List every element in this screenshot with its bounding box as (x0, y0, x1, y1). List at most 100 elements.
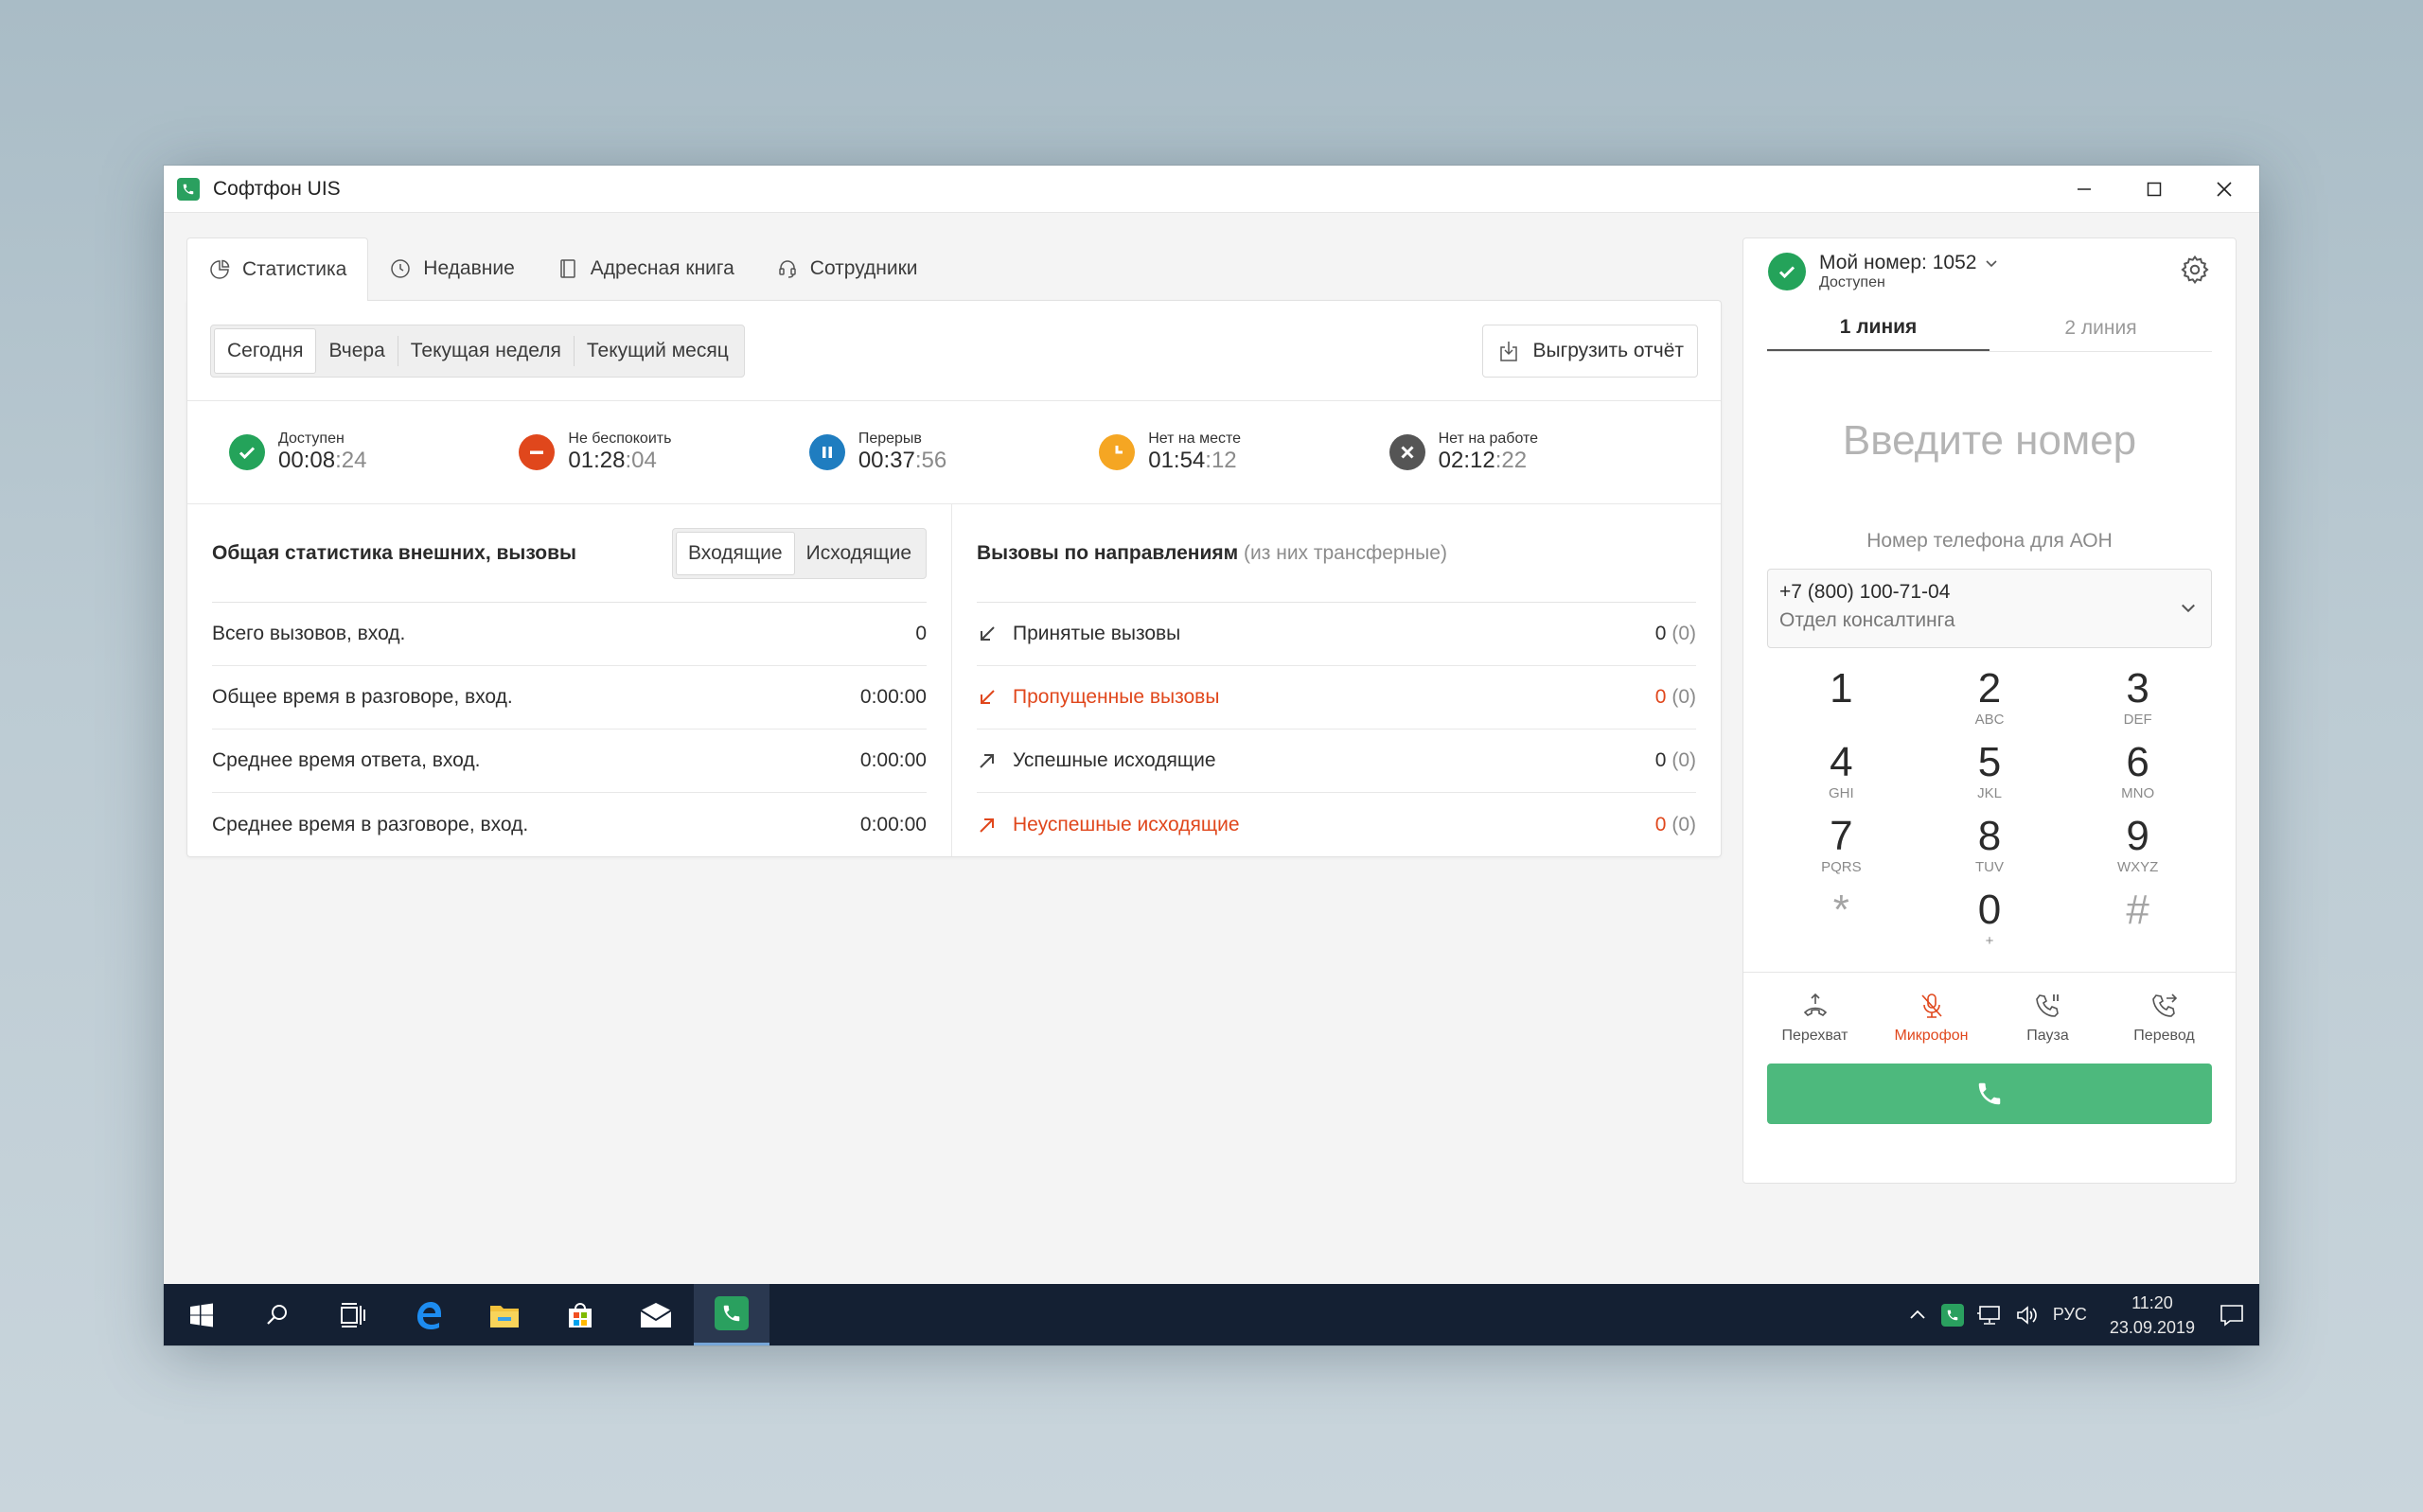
status-time: 00:08:24 (278, 448, 367, 473)
period-week-button[interactable]: Текущая неделя (398, 328, 574, 374)
address-book-icon (560, 259, 575, 278)
status-away: Нет на месте 01:54:12 (1099, 431, 1388, 474)
app-phone-icon (177, 177, 200, 201)
key-3[interactable]: 3 DEF (2063, 665, 2212, 739)
softphone-taskbar-icon[interactable] (694, 1284, 769, 1345)
clock-time: 11:20 (2131, 1292, 2173, 1312)
pause-button[interactable]: Пауза (1990, 973, 2106, 1064)
tab-label: Статистика (242, 258, 347, 280)
key-8[interactable]: 8 TUV (1916, 813, 2064, 887)
network-icon[interactable] (1976, 1304, 2002, 1327)
file-explorer-icon[interactable] (467, 1284, 542, 1345)
windows-start-icon[interactable] (164, 1284, 239, 1345)
notifications-icon[interactable] (2218, 1301, 2246, 1329)
period-row: Сегодня Вчера Текущая неделя Текущий мес… (187, 301, 1721, 401)
call-button[interactable] (1767, 1064, 2212, 1124)
store-icon[interactable] (542, 1284, 618, 1345)
general-stats: Общая статистика внешних, вызовы Входящи… (187, 504, 952, 856)
minimize-button[interactable] (2049, 166, 2119, 213)
direction-stats-subtitle: (из них трансферные) (1244, 541, 1447, 564)
away-clock-icon (1099, 434, 1136, 470)
period-yesterday-button[interactable]: Вчера (316, 328, 397, 374)
settings-gear-icon[interactable] (2179, 254, 2211, 290)
stat-value: 0 (0) (1654, 686, 1696, 708)
key-2[interactable]: 2 ABC (1916, 665, 2064, 739)
caller-id-label: Номер телефона для АОН (1866, 530, 2113, 552)
tab-address-book[interactable]: Адресная книга (536, 237, 755, 300)
pause-call-icon (2035, 994, 2059, 1017)
transfer-button[interactable]: Перевод (2106, 973, 2222, 1064)
taskbar: РУС 11:20 23.09.2019 (164, 1284, 2259, 1345)
table-row: Неуспешные исходящие 0 (0) (977, 793, 1696, 856)
tab-line-2[interactable]: 2 линия (1990, 305, 2212, 351)
status-label: Перерыв (858, 431, 922, 447)
close-button[interactable] (2189, 166, 2259, 213)
dialer-panel: Мой номер: 1052 Доступен 1 линия 2 линия… (1742, 237, 2237, 1184)
stat-label: Пропущенные вызовы (1013, 686, 1220, 708)
title-bar: Софтфон UIS (164, 166, 2259, 213)
my-number-selector[interactable]: Мой номер: 1052 Доступен (1819, 252, 1999, 291)
softphone-tray-icon[interactable] (1940, 1303, 1964, 1327)
chevron-up-icon[interactable] (1907, 1305, 1928, 1326)
key-7[interactable]: 7 PQRS (1767, 813, 1916, 887)
stat-label: Среднее время ответа, вход. (212, 749, 481, 771)
general-stats-header: Общая статистика внешних, вызовы Входящи… (212, 504, 927, 603)
key-9[interactable]: 9 WXYZ (2063, 813, 2212, 887)
chevron-down-icon (2182, 604, 2195, 613)
phone-number-input[interactable]: Введите номер (1743, 352, 2236, 530)
key-4[interactable]: 4 GHI (1767, 739, 1916, 813)
system-tray: РУС 11:20 23.09.2019 (1907, 1284, 2259, 1345)
table-row: Всего вызовов, вход. 0 (212, 603, 927, 666)
stat-label: Неуспешные исходящие (1013, 813, 1240, 835)
status-label: Не беспокоить (568, 431, 672, 447)
outgoing-arrow-icon (977, 750, 999, 771)
language-indicator[interactable]: РУС (2053, 1305, 2087, 1325)
phone-icon (1978, 1082, 2001, 1105)
microphone-muted-icon (1920, 993, 1942, 1018)
key-hash[interactable]: # (2063, 887, 2212, 960)
do-not-disturb-icon (519, 434, 556, 470)
maximize-button[interactable] (2119, 166, 2189, 213)
line-tabs: 1 линия 2 линия (1767, 305, 2212, 352)
caller-id-select[interactable]: +7 (800) 100-71-04 Отдел консалтинга (1767, 569, 2212, 648)
tab-line-1[interactable]: 1 линия (1767, 305, 1990, 351)
edge-browser-icon[interactable] (391, 1284, 467, 1345)
period-selector: Сегодня Вчера Текущая неделя Текущий мес… (210, 324, 745, 378)
clock-date: 23.09.2019 (2109, 1317, 2195, 1337)
tab-label: Адресная книга (590, 257, 734, 279)
outgoing-button[interactable]: Исходящие (795, 532, 923, 575)
direction-stats-title: Вызовы по направлениям (из них трансферн… (977, 541, 1447, 564)
key-5[interactable]: 5 JKL (1916, 739, 2064, 813)
period-today-button[interactable]: Сегодня (214, 327, 317, 374)
task-view-icon[interactable] (315, 1284, 391, 1345)
tab-label: Недавние (423, 257, 515, 279)
export-report-button[interactable]: Выгрузить отчёт (1482, 324, 1698, 378)
stat-value: 0 (0) (1654, 623, 1696, 644)
table-row: Принятые вызовы 0 (0) (977, 603, 1696, 666)
pie-chart-icon (210, 259, 230, 279)
tab-recent[interactable]: Недавние (368, 237, 535, 300)
main-tabs: Статистика Недавние Адресная книга Сотру… (186, 237, 1722, 301)
pickup-button[interactable]: Перехват (1757, 973, 1873, 1064)
tab-employees[interactable]: Сотрудники (755, 237, 939, 300)
caller-id-department: Отдел консалтинга (1779, 609, 1955, 631)
status-time: 01:28:04 (568, 448, 657, 473)
clock[interactable]: 11:20 23.09.2019 (2100, 1291, 2204, 1340)
status-available: Доступен 00:08:24 (229, 431, 519, 474)
my-number-label: Мой номер: 1052 (1819, 252, 1977, 273)
key-star[interactable]: * (1767, 887, 1916, 960)
search-icon[interactable] (239, 1284, 315, 1345)
key-1[interactable]: 1 (1767, 665, 1916, 739)
key-0[interactable]: 0 + (1916, 887, 2064, 960)
microphone-button[interactable]: Микрофон (1873, 973, 1990, 1064)
period-month-button[interactable]: Текущий месяц (575, 328, 741, 374)
volume-icon[interactable] (2015, 1304, 2040, 1327)
status-time: 01:54:12 (1148, 448, 1237, 473)
key-6[interactable]: 6 MNO (2063, 739, 2212, 813)
table-row: Общее время в разговоре, вход. 0:00:00 (212, 666, 927, 730)
status-label: Нет на месте (1148, 431, 1242, 447)
tab-statistics[interactable]: Статистика (186, 237, 369, 301)
stat-label: Общее время в разговоре, вход. (212, 686, 513, 708)
mail-icon[interactable] (618, 1284, 694, 1345)
incoming-button[interactable]: Входящие (676, 531, 795, 575)
